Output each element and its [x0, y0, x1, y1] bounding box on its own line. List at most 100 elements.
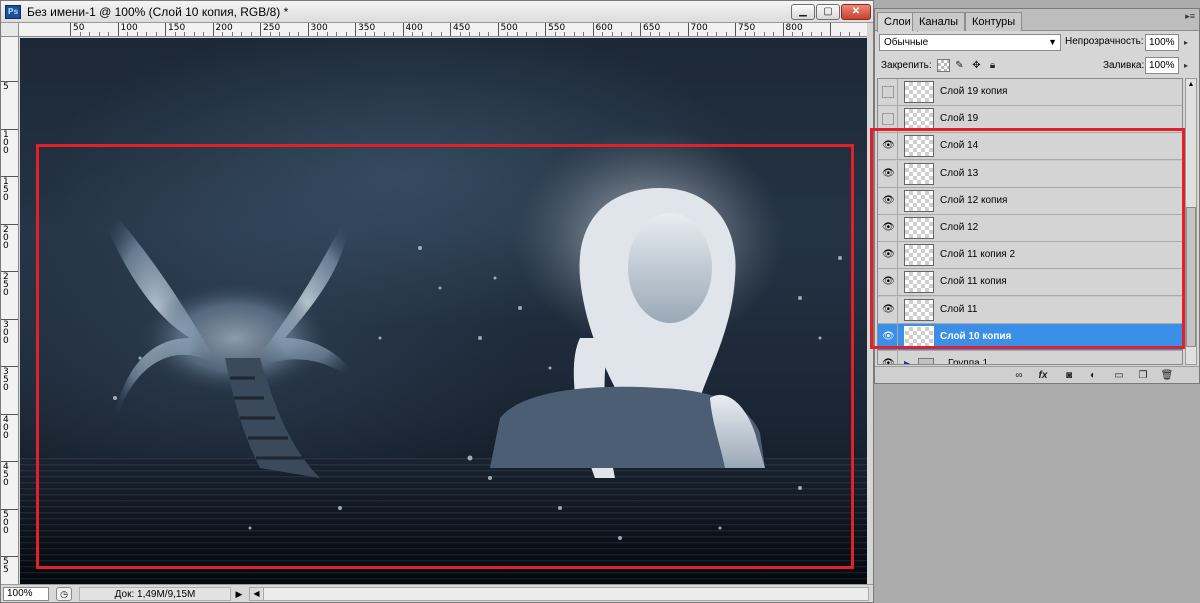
ruler-minor-tick — [535, 32, 537, 36]
ruler-minor-tick — [298, 32, 299, 36]
visibility-toggle[interactable]: 👁︎ — [878, 323, 898, 350]
ruler-tick-label: 3 0 0 — [3, 319, 9, 346]
hidden-layer-box — [882, 113, 894, 126]
mask-icon[interactable]: ◙ — [1061, 369, 1077, 382]
layer-row[interactable]: 👁︎ Слой 12 — [878, 215, 1182, 242]
ruler-tick: 3 5 0 — [1, 366, 18, 393]
ruler-minor-tick — [611, 32, 613, 36]
visibility-toggle[interactable] — [878, 106, 898, 133]
visibility-toggle[interactable]: 👁︎ — [878, 351, 898, 364]
vertical-ruler[interactable]: 5 1 0 0 1 5 0 2 0 0 2 5 0 3 0 0 3 5 0 4 0 0 4 5 … — [1, 23, 19, 584]
visibility-toggle[interactable]: 👁︎ — [878, 160, 898, 187]
layer-name: Слой 19 — [940, 113, 979, 125]
visibility-toggle[interactable]: 👁︎ — [878, 187, 898, 214]
opacity-input[interactable]: 100% — [1145, 34, 1179, 51]
panel-tab-bar: Слои Каналы Контуры ▸≡ — [875, 9, 1199, 32]
fill-label: Заливка: — [1103, 60, 1145, 71]
maximize-icon: ▢ — [823, 6, 833, 17]
eye-icon: 👁︎ — [882, 303, 895, 315]
layer-row[interactable]: 👁︎ Слой 13 — [878, 160, 1182, 188]
horizontal-ruler[interactable]: 50 100 150 200 250 300 350 400 450 500 550 600 650 70… — [19, 23, 867, 37]
opacity-slider-arrow-icon[interactable]: ▸ — [1184, 38, 1194, 47]
ruler-tick: 100 — [117, 23, 138, 36]
ruler-minor-tick — [820, 32, 822, 36]
ruler-tick-label: 150 — [168, 23, 186, 33]
ruler-tick-label: 100 — [120, 23, 138, 33]
layer-row[interactable]: 👁︎ Слой 12 копия — [878, 187, 1182, 215]
layer-row[interactable]: 👁︎ Слой 11 копия — [878, 269, 1182, 297]
lock-all-padlock-icon[interactable]: 🔒︎ — [986, 59, 999, 72]
ruler-tick: 1 0 0 — [1, 128, 18, 155]
fx-icon[interactable]: fx — [1035, 369, 1051, 382]
minimize-button[interactable]: ▁ — [791, 4, 815, 20]
layer-thumbnail — [904, 244, 934, 267]
eye-icon: 👁︎ — [882, 330, 895, 342]
layer-row[interactable]: Слой 19 — [878, 106, 1182, 134]
visibility-toggle[interactable]: 👁︎ — [878, 296, 898, 323]
new-layer-icon[interactable]: ❐ — [1135, 369, 1151, 382]
ruler-tick: 650 — [640, 23, 660, 36]
lock-transparency-icon[interactable] — [937, 59, 950, 72]
scroll-thumb[interactable] — [1186, 207, 1196, 347]
maximize-button[interactable]: ▢ — [816, 4, 840, 20]
visibility-toggle[interactable] — [878, 79, 898, 105]
status-bar: 100% ◷ Док: 1,49M/9,15M ▶ ◀ — [1, 584, 873, 602]
ruler-minor-tick — [621, 32, 622, 36]
layer-row[interactable]: 👁︎ Слой 10 копия — [878, 323, 1182, 351]
layer-row[interactable]: 👁︎ Слой 11 — [878, 296, 1182, 324]
ruler-tick-label: 2 5 0 — [3, 272, 9, 298]
document-canvas[interactable] — [20, 38, 867, 584]
ruler-tick: 3 0 0 — [1, 318, 18, 345]
group-expand-icon[interactable]: ▶ — [904, 359, 910, 364]
horizontal-scrollbar[interactable]: ◀ — [249, 587, 869, 601]
blend-mode-select[interactable]: Обычные ▼ — [879, 34, 1061, 51]
visibility-toggle[interactable]: 👁︎ — [878, 269, 898, 296]
visibility-toggle[interactable]: 👁︎ — [878, 215, 898, 241]
lock-pixels-brush-icon[interactable]: ✎ — [953, 59, 966, 72]
ruler-minor-tick — [554, 32, 556, 36]
woman-figure — [490, 128, 785, 478]
tab-paths[interactable]: Контуры — [965, 12, 1023, 31]
lock-label: Закрепить: — [881, 60, 932, 71]
layer-row[interactable]: 👁︎ Слой 11 копия 2 — [878, 242, 1182, 270]
trash-icon[interactable]: 🗑︎ — [1159, 369, 1175, 382]
ruler-minor-tick — [440, 32, 442, 36]
layer-thumbnail — [904, 271, 934, 294]
tab-channels[interactable]: Каналы — [912, 12, 966, 31]
visibility-toggle[interactable]: 👁︎ — [878, 133, 898, 160]
link-icon[interactable]: ∞ — [1011, 369, 1027, 382]
ruler-tick-label: 3 5 0 — [3, 367, 9, 393]
ruler-tick: 350 — [355, 23, 375, 36]
panel-menu-icon[interactable]: ▸≡ — [1185, 11, 1195, 22]
layer-thumbnail — [904, 325, 934, 348]
lock-position-move-icon[interactable]: ✥ — [970, 59, 983, 72]
layers-list-scrollbar[interactable]: ▲ — [1185, 78, 1197, 365]
ruler-tick: 600 — [592, 23, 613, 36]
ruler-minor-tick — [573, 32, 575, 36]
ruler-minor-tick — [288, 32, 290, 36]
layer-row[interactable]: 👁︎ Слой 14 — [878, 133, 1182, 161]
adjustment-icon[interactable]: ◐ — [1085, 369, 1101, 382]
fill-input[interactable]: 100% — [1145, 57, 1179, 74]
group-icon[interactable]: ▭ — [1111, 369, 1127, 382]
ruler-minor-tick — [345, 32, 347, 36]
ruler-minor-tick — [203, 32, 204, 36]
fill-slider-arrow-icon[interactable]: ▸ — [1184, 61, 1194, 70]
blend-mode-value: Обычные — [884, 37, 929, 48]
document-titlebar[interactable]: Ps Без имени-1 @ 100% (Слой 10 копия, RG… — [1, 1, 873, 23]
visibility-toggle[interactable]: 👁︎ — [878, 242, 898, 269]
mermaid-artwork — [90, 128, 842, 540]
zoom-field[interactable]: 100% — [3, 587, 49, 601]
status-menu-arrow-icon[interactable]: ▶ — [234, 588, 244, 600]
layer-row[interactable]: 👁︎ ▶ Группа 1 — [878, 351, 1182, 364]
ruler-tick-label: 300 — [310, 23, 328, 33]
layer-name: Слой 19 копия — [940, 86, 1008, 97]
ruler-origin[interactable] — [1, 23, 19, 37]
close-button[interactable]: ✕ — [841, 4, 871, 20]
scroll-left-icon[interactable]: ◀ — [250, 588, 264, 600]
ruler-minor-tick — [383, 32, 385, 36]
layer-row[interactable]: Слой 19 копия — [878, 79, 1182, 106]
status-info-icon[interactable]: ◷ — [56, 587, 72, 601]
ruler-minor-tick — [136, 32, 138, 36]
scroll-up-icon[interactable]: ▲ — [1186, 79, 1196, 90]
